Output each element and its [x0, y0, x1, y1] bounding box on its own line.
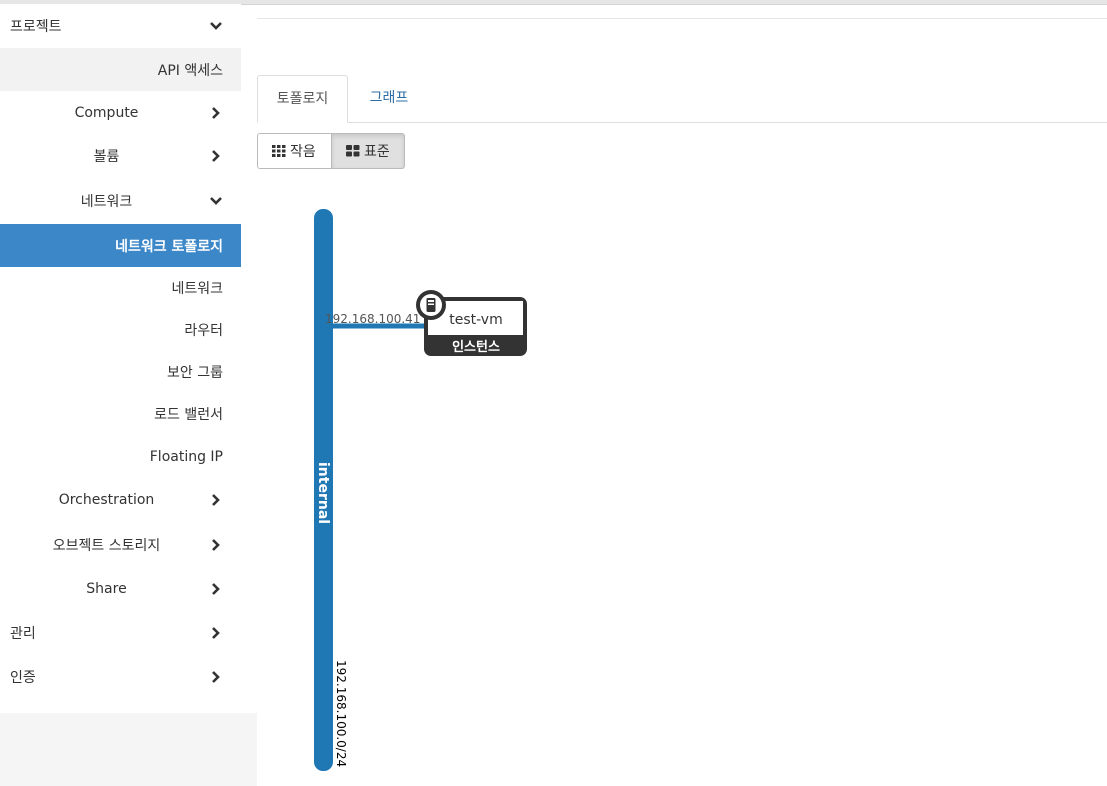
content-divider [257, 18, 1107, 19]
sidebar-item-compute[interactable]: Compute [0, 91, 241, 134]
sidebar-item-label: 네트워크 [80, 193, 133, 210]
chevron-right-icon [212, 493, 220, 506]
normal-view-button[interactable]: 표준 [331, 133, 405, 169]
network-cidr-label: 192.168.100.0/24 [334, 660, 348, 767]
chevron-right-icon [212, 626, 220, 639]
network-name-label: internal [315, 462, 331, 524]
sidebar-item-label: 네트워크 [171, 280, 223, 297]
chevron-right-icon [212, 106, 220, 119]
sidebar-item-project[interactable]: 프로젝트 [0, 4, 241, 47]
sidebar-item-share[interactable]: Share [0, 567, 241, 610]
sidebar-item-network-group[interactable]: 네트워크 [0, 179, 241, 222]
sidebar-item-label: 프로젝트 [10, 18, 62, 35]
sidebar-item-label: Orchestration [58, 491, 155, 508]
sidebar-item-floating-ip[interactable]: Floating IP [0, 435, 241, 478]
sidebar-item-identity[interactable]: 인증 [0, 655, 241, 698]
sidebar-item-routers[interactable]: 라우터 [0, 308, 241, 351]
grid-small-icon [272, 145, 286, 157]
chevron-right-icon [212, 670, 220, 683]
port-ip-label: 192.168.100.41 [325, 312, 420, 326]
sidebar-item-label: 네트워크 토폴로지 [115, 238, 223, 255]
small-view-label: 작음 [290, 144, 316, 160]
sidebar-item-label: 인증 [10, 669, 36, 686]
sidebar-item-label: 볼륨 [93, 148, 120, 165]
chevron-down-icon [210, 21, 222, 30]
sidebar-item-label: 로드 밸런서 [154, 406, 223, 423]
sidebar-item-object-storage[interactable]: 오브젝트 스토리지 [0, 523, 241, 566]
sidebar-item-network-topology[interactable]: 네트워크 토폴로지 [0, 224, 241, 267]
instance-type-label: 인스턴스 [452, 339, 500, 355]
sidebar: 프로젝트 API 액세스 Compute 볼륨 네트워크 네트워크 토폴로지 네… [0, 4, 241, 713]
instance-name: test-vm [449, 312, 502, 328]
sidebar-item-label: Floating IP [149, 448, 223, 465]
chevron-right-icon [212, 149, 220, 162]
sidebar-item-orchestration[interactable]: Orchestration [0, 478, 241, 521]
chevron-right-icon [212, 582, 220, 595]
sidebar-item-networks[interactable]: 네트워크 [0, 266, 241, 309]
sidebar-item-admin[interactable]: 관리 [0, 611, 241, 654]
server-icon [416, 290, 446, 320]
chevron-right-icon [212, 538, 220, 551]
sidebar-item-volume[interactable]: 볼륨 [0, 134, 241, 177]
sidebar-item-label: Share [86, 580, 127, 597]
tab-topology[interactable]: 토폴로지 [257, 75, 348, 123]
sidebar-item-security-groups[interactable]: 보안 그룹 [0, 350, 241, 393]
sidebar-footer [0, 713, 257, 786]
sidebar-item-label: 오브젝트 스토리지 [52, 537, 161, 554]
topology-canvas: internal 192.168.100.0/24 192.168.100.41… [314, 209, 527, 771]
sidebar-item-label: API 액세스 [157, 62, 223, 79]
small-view-button[interactable]: 작음 [257, 133, 332, 169]
tab-bar: 토폴로지 그래프 [257, 75, 1107, 123]
sidebar-item-api-access[interactable]: API 액세스 [0, 48, 241, 91]
sidebar-item-label: 관리 [10, 625, 36, 642]
grid-large-icon [346, 145, 360, 157]
sidebar-item-label: 라우터 [184, 322, 223, 339]
sidebar-item-load-balancers[interactable]: 로드 밸런서 [0, 392, 241, 435]
tab-graph[interactable]: 그래프 [357, 75, 421, 121]
sidebar-item-label: Compute [74, 104, 139, 121]
sidebar-item-label: 보안 그룹 [167, 364, 223, 381]
normal-view-label: 표준 [364, 144, 390, 160]
chevron-down-icon [210, 196, 222, 205]
